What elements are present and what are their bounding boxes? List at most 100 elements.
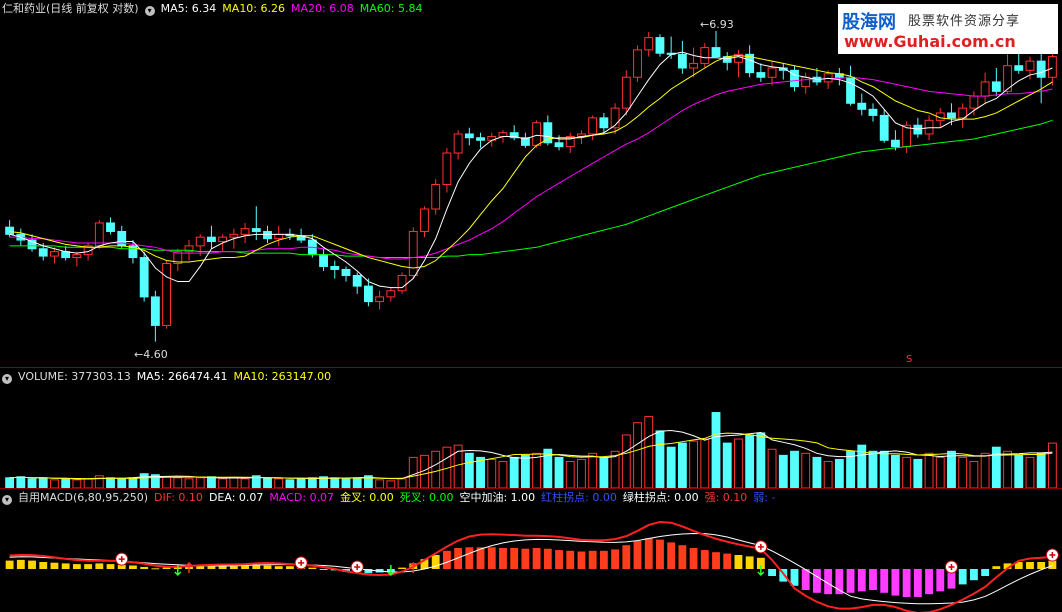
macd-bar	[611, 549, 620, 569]
macd-bar	[801, 569, 810, 590]
volume-bar	[1025, 456, 1035, 488]
volume-bar	[72, 479, 82, 488]
signal-marker: S	[906, 354, 913, 365]
macd-bar	[813, 569, 821, 593]
candle-body	[1014, 65, 1024, 71]
candle-body	[397, 274, 407, 292]
high-price-label: ←6.93	[700, 18, 734, 31]
volume-bar	[588, 452, 598, 488]
dropdown-icon[interactable]: ▾	[2, 374, 12, 384]
candle-body	[319, 254, 328, 267]
volume-bar	[307, 477, 317, 488]
volume-chart-pane[interactable]: ▾ VOLUME: 377303.13 MA5: 266474.41 MA10: 26…	[0, 368, 1062, 488]
volume-bar	[240, 478, 250, 488]
volume-bar	[487, 458, 497, 488]
volume-bar	[464, 452, 474, 488]
macd-chart-pane[interactable]: ▾ 自用MACD(6,80,95,250) DIF: 0.10 DEA: 0.07 MA…	[0, 489, 1062, 612]
macd-bar	[5, 560, 14, 569]
volume-bar	[352, 477, 362, 488]
candle-body	[363, 285, 373, 303]
volume-bar	[207, 476, 216, 488]
candle-body	[150, 296, 160, 326]
macd-bar	[969, 569, 978, 581]
volume-bar	[890, 454, 900, 488]
macd-bar	[95, 563, 104, 569]
macd-bar	[510, 548, 519, 569]
candle-body	[947, 112, 956, 119]
ma5-line	[9, 51, 1053, 289]
dropdown-icon[interactable]: ▾	[144, 6, 155, 16]
candle-body	[453, 133, 463, 154]
macd-bar	[555, 550, 563, 569]
candle-body	[890, 139, 900, 148]
candle-body	[38, 248, 48, 257]
volume-bar	[509, 456, 519, 488]
macd-bar	[768, 569, 776, 576]
candle-body	[655, 37, 665, 54]
volume-bar	[947, 450, 956, 488]
volume-bar	[375, 479, 385, 488]
macd-bar	[992, 566, 1001, 569]
candle-body	[442, 152, 452, 185]
candle-body	[386, 290, 396, 298]
candle-body	[700, 47, 710, 64]
volume-bar	[823, 460, 833, 488]
macd-bar	[84, 564, 93, 569]
macd-bar	[588, 550, 597, 569]
volume-bar	[61, 478, 71, 488]
candle-body	[263, 230, 272, 240]
volume-bar	[756, 432, 766, 488]
candle-body	[408, 230, 418, 276]
macd-bar	[274, 566, 283, 569]
volume-bar	[1036, 452, 1046, 488]
volume-bar	[722, 442, 732, 488]
macd-bar	[151, 568, 160, 570]
macd-bar	[16, 559, 25, 569]
candle-body	[1025, 60, 1035, 71]
ma60-value: MA60: 5.84	[359, 2, 423, 15]
candle-body	[868, 108, 878, 116]
low-price-label: ←4.60	[134, 348, 168, 361]
dropdown-icon[interactable]: ▾	[2, 495, 12, 505]
candle-body	[554, 142, 564, 148]
macd-bar	[543, 548, 552, 569]
macd-bar	[566, 550, 575, 569]
price-chart-pane[interactable]: 仁和药业(日线 前复权 对数) ▾ MA5: 6.34 MA10: 6.26 MA20:…	[0, 0, 1062, 367]
volume-bar	[711, 412, 721, 488]
ma20-line	[9, 76, 1053, 260]
volume-bar	[790, 450, 799, 488]
macd-bar	[1037, 562, 1046, 569]
macd-bar	[1026, 562, 1034, 569]
macd-bar	[61, 563, 70, 569]
macd-bar	[958, 569, 967, 585]
volume-bar	[913, 458, 923, 488]
volume-bar	[644, 416, 654, 488]
macd-bar	[39, 562, 48, 569]
macd-bar	[925, 569, 933, 595]
candle-body	[599, 117, 609, 129]
volume-bar	[599, 456, 609, 488]
volume-bar	[1047, 442, 1057, 488]
dea-value: DEA: 0.07	[208, 491, 264, 504]
volume-bar	[173, 477, 183, 488]
candle-body	[5, 226, 15, 235]
volume-value: VOLUME: 377303.13	[18, 370, 131, 383]
volume-bar	[218, 478, 228, 488]
macd-bar	[28, 560, 36, 569]
macd-bar	[162, 567, 171, 569]
volume-bar	[767, 448, 777, 488]
macd-bar	[667, 542, 676, 569]
ma5-value: MA5: 6.34	[160, 2, 217, 15]
candle-body	[341, 268, 351, 276]
candle-body	[767, 67, 777, 78]
candle-body	[913, 124, 923, 135]
volume-bar	[745, 434, 755, 488]
green-turn-value: 绿柱拐点: 0.00	[622, 491, 699, 504]
volume-bar	[498, 460, 508, 488]
candle-body	[756, 72, 766, 78]
candle-body	[240, 228, 250, 235]
volume-bar	[677, 442, 687, 488]
ma20-value: MA20: 6.08	[291, 2, 354, 15]
macd-bar	[644, 538, 653, 569]
volume-bar	[94, 475, 104, 488]
